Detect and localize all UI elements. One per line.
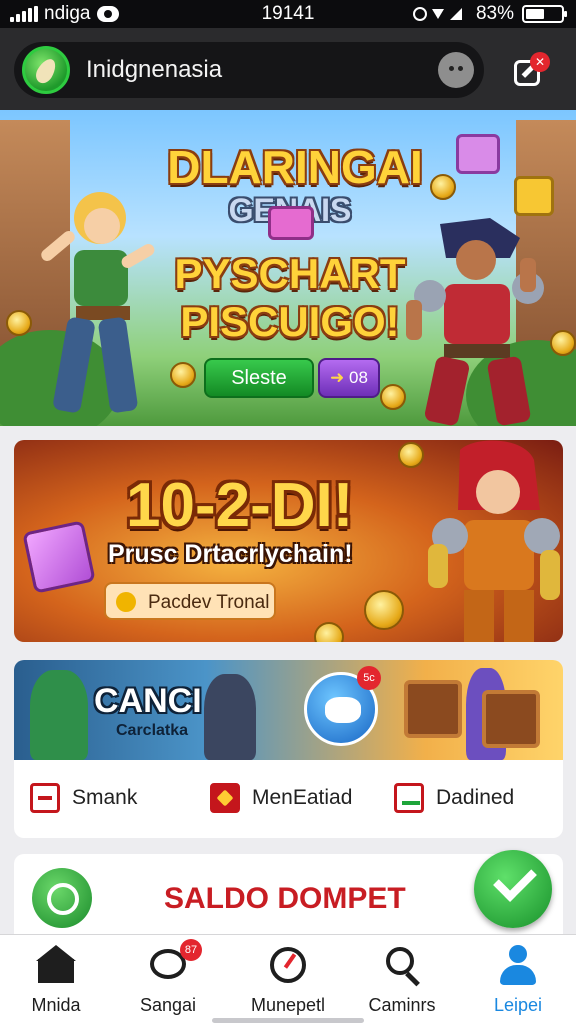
character-green xyxy=(30,670,88,760)
quick-actions-row: Smank MenEatiad Dadined xyxy=(14,760,563,838)
chat-badge: 87 xyxy=(180,939,202,961)
promo-banner-3[interactable]: CANCI Carclatka 5c xyxy=(14,660,563,760)
banner2-button-label: Pacdev Tronal xyxy=(148,592,270,613)
quick-action-label: MenEatiad xyxy=(252,786,353,809)
edit-button[interactable]: ✕ xyxy=(512,52,550,88)
search-icon xyxy=(380,945,424,987)
coin-icon xyxy=(116,592,136,612)
banner3-badge: 5c xyxy=(357,666,381,690)
quick-action-item[interactable]: MenEatiad xyxy=(210,778,352,818)
home-indicator[interactable] xyxy=(212,1018,364,1023)
banner2-character xyxy=(428,440,560,642)
treasure-chest-icon xyxy=(268,206,314,240)
gift-cube-icon xyxy=(22,520,96,594)
banner3-title: CANCI xyxy=(94,682,202,720)
home-icon xyxy=(34,945,78,985)
crate-icon xyxy=(404,680,462,738)
banner2-title: 10-2-DI! xyxy=(126,471,354,540)
coin-icon xyxy=(364,590,404,630)
battery-percent: 83% xyxy=(475,3,514,24)
nav-item-profile[interactable]: Leipei xyxy=(462,945,574,1016)
promo-card-3: CANCI Carclatka 5c Smank MenEatiad Dadin… xyxy=(14,660,563,838)
app-logo-icon xyxy=(22,46,70,94)
flag-icon xyxy=(394,783,424,813)
quick-action-label: Dadined xyxy=(436,786,515,809)
coin-icon xyxy=(6,310,32,336)
nav-item-search[interactable]: Caminrs xyxy=(346,945,458,1016)
promo-banner-2[interactable]: 10-2-DI! Prusc Drtacrlychain! Pacdev Tro… xyxy=(14,440,563,642)
nav-item-home[interactable]: Mnida xyxy=(0,945,112,1016)
hero-banner[interactable]: DLARINGAI GENAIS PYSCHART PISCUIGO! Sles… xyxy=(0,110,576,426)
hero-character-left xyxy=(41,192,155,413)
nav-item-chat[interactable]: 87 Sangai xyxy=(112,939,224,1016)
profile-icon xyxy=(496,945,540,985)
hero-title-line1: DLARINGAI xyxy=(167,141,423,193)
bottom-navigation: Mnida 87 Sangai Munepetl Caminrs Leipei xyxy=(0,934,576,1024)
tag-icon xyxy=(30,783,60,813)
confirm-check-button[interactable] xyxy=(474,850,552,928)
star-badge-icon xyxy=(210,783,240,813)
coin-icon xyxy=(314,622,344,642)
crate-icon xyxy=(482,690,540,748)
dial-icon xyxy=(266,945,310,985)
character-dark xyxy=(204,674,256,760)
hero-title-line4: PISCUIGO! xyxy=(180,298,400,345)
coin-icon xyxy=(430,174,456,200)
assistant-icon[interactable] xyxy=(438,52,474,88)
quick-action-item[interactable]: Smank xyxy=(30,778,137,818)
status-bar: ndiga 19141 83% xyxy=(0,0,576,28)
coin-icon xyxy=(380,384,406,410)
quick-action-item[interactable]: Dadined xyxy=(394,778,514,818)
app-header: Inidgnenasia ✕ xyxy=(0,28,576,110)
coin-icon xyxy=(170,362,196,388)
nav-item-dial[interactable]: Munepetl xyxy=(232,945,344,1016)
nav-label: Caminrs xyxy=(368,995,436,1015)
banner3-subtitle: Carclatka xyxy=(116,722,189,739)
app-title-bar[interactable]: Inidgnenasia xyxy=(14,42,484,98)
gift-box-icon xyxy=(456,134,500,174)
gift-box-icon xyxy=(514,176,554,216)
hero-primary-button[interactable]: Sleste xyxy=(204,358,314,398)
hero-secondary-button[interactable]: ➜ 08 xyxy=(318,358,380,398)
nav-label: Leipei xyxy=(493,995,543,1015)
nav-label: Mnida xyxy=(31,995,81,1015)
battery-icon xyxy=(522,5,567,23)
notification-badge: ✕ xyxy=(530,52,550,72)
key-icon: ➜ xyxy=(330,368,350,387)
app-name: Inidgnenasia xyxy=(86,56,223,83)
quick-action-label: Smank xyxy=(72,786,138,809)
coin-icon xyxy=(550,330,576,356)
chat-icon: 87 xyxy=(146,939,202,985)
banner2-button[interactable]: Pacdev Tronal xyxy=(104,582,276,620)
hero-secondary-label: 08 xyxy=(349,368,368,387)
chat-bubble-icon xyxy=(32,868,92,928)
status-icons xyxy=(412,7,462,21)
wallet-balance-label: SALDO DOMPET xyxy=(164,882,406,915)
banner2-subtitle: Prusc Drtacrlychain! xyxy=(108,540,353,568)
nav-label: Munepetl xyxy=(250,995,326,1015)
hero-title-line3: PYSCHART xyxy=(174,250,406,297)
nav-label: Sangai xyxy=(139,995,197,1015)
